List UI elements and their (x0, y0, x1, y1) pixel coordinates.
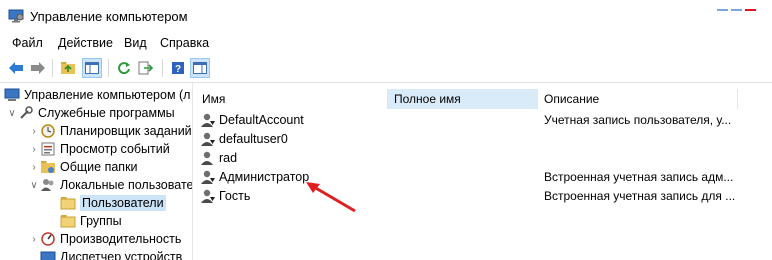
up-level-button[interactable] (58, 58, 78, 78)
user-account-icon (200, 131, 216, 147)
column-header-name[interactable]: Имя (196, 89, 388, 109)
users-icon (40, 178, 56, 192)
tree-item-system-tools[interactable]: ∨ Служебные программы (6, 104, 174, 122)
refresh-icon (118, 62, 130, 75)
tree-item-performance[interactable]: › Производительность (28, 230, 181, 248)
computer-management-icon (8, 9, 24, 23)
chevron-right-icon[interactable]: › (28, 234, 40, 245)
forward-arrow-icon (31, 62, 45, 74)
user-account-icon (200, 169, 216, 185)
performance-icon (40, 232, 56, 246)
forward-button[interactable] (28, 58, 48, 78)
user-name: defaultuser0 (219, 131, 288, 146)
menu-help[interactable]: Справка (158, 36, 211, 50)
tree-item-local-users-groups[interactable]: ∨ Локальные пользовате (28, 176, 192, 194)
event-viewer-icon (40, 142, 56, 156)
user-description: Встроенная учетная запись для ... (544, 188, 736, 203)
tree-item-event-viewer[interactable]: › Просмотр событий (28, 140, 169, 158)
tree-item-groups[interactable]: Группы (60, 212, 122, 230)
show-hide-action-pane-button[interactable] (190, 58, 210, 78)
folder-icon (60, 214, 76, 228)
help-button[interactable]: ? (168, 58, 188, 78)
red-annotation-arrow (306, 182, 356, 213)
user-name: Гость (219, 188, 251, 203)
tree-item-shared-folders[interactable]: › Общие папки (28, 158, 137, 176)
toolbar: ? (0, 54, 772, 83)
users-list-pane: Имя Полное имя Описание DefaultAccount У… (196, 83, 772, 260)
help-icon: ? (172, 62, 184, 75)
chevron-down-icon[interactable]: ∨ (6, 108, 18, 119)
menu-bar: Файл Действие Вид Справка (0, 34, 772, 54)
table-row[interactable]: Администратор Встроенная учетная запись … (196, 167, 772, 186)
device-manager-icon (40, 250, 56, 260)
folder-up-icon (61, 62, 75, 74)
chevron-right-icon[interactable]: › (28, 162, 40, 173)
chevron-down-icon[interactable]: ∨ (28, 180, 40, 191)
action-pane-icon (193, 62, 207, 74)
tree-item-device-manager[interactable]: Диспетчер устройств (40, 248, 182, 260)
user-description: Учетная запись пользователя, у... (544, 112, 732, 127)
chevron-right-icon[interactable]: › (28, 144, 40, 155)
tree-item-computer-management[interactable]: Управление компьютером (л (4, 86, 190, 104)
table-row[interactable]: Гость Встроенная учетная запись для ... (196, 186, 772, 205)
user-name: rad (219, 150, 238, 165)
table-row[interactable]: DefaultAccount Учетная запись пользовате… (196, 110, 772, 129)
back-arrow-icon (9, 62, 23, 74)
window-controls-strip[interactable] (717, 0, 772, 11)
table-row[interactable]: defaultuser0 (196, 129, 772, 148)
export-list-button[interactable] (136, 58, 156, 78)
tree-item-task-scheduler[interactable]: › Планировщик заданий (28, 122, 191, 140)
title-bar: Управление компьютером (0, 0, 772, 34)
list-header: Имя Полное имя Описание (196, 89, 772, 109)
computer-icon (4, 88, 20, 102)
user-account-icon (200, 150, 216, 166)
console-tree-icon (85, 62, 99, 74)
column-header-description[interactable]: Описание (538, 89, 738, 109)
back-button[interactable] (6, 58, 26, 78)
show-hide-tree-button[interactable] (82, 58, 102, 78)
user-name: DefaultAccount (219, 112, 304, 127)
menu-action[interactable]: Действие (56, 36, 115, 50)
tree-item-users[interactable]: Пользователи (60, 194, 166, 212)
svg-text:?: ? (175, 64, 181, 75)
user-description: Встроенная учетная запись адм... (544, 169, 734, 184)
folder-icon (60, 196, 76, 210)
menu-view[interactable]: Вид (122, 36, 149, 50)
window-title: Управление компьютером (30, 9, 188, 24)
console-tree: Управление компьютером (л ∨ Служебные пр… (0, 83, 193, 260)
column-header-full-name[interactable]: Полное имя (388, 89, 538, 109)
tools-icon (18, 106, 34, 120)
refresh-button[interactable] (114, 58, 134, 78)
table-row[interactable]: rad (196, 148, 772, 167)
chevron-right-icon[interactable]: › (28, 126, 40, 137)
clock-icon (40, 124, 56, 138)
user-account-icon (200, 188, 216, 204)
shared-folder-icon (40, 160, 56, 174)
menu-file[interactable]: Файл (10, 36, 45, 50)
user-account-icon (200, 112, 216, 128)
user-name: Администратор (219, 169, 310, 184)
export-icon (138, 61, 154, 75)
